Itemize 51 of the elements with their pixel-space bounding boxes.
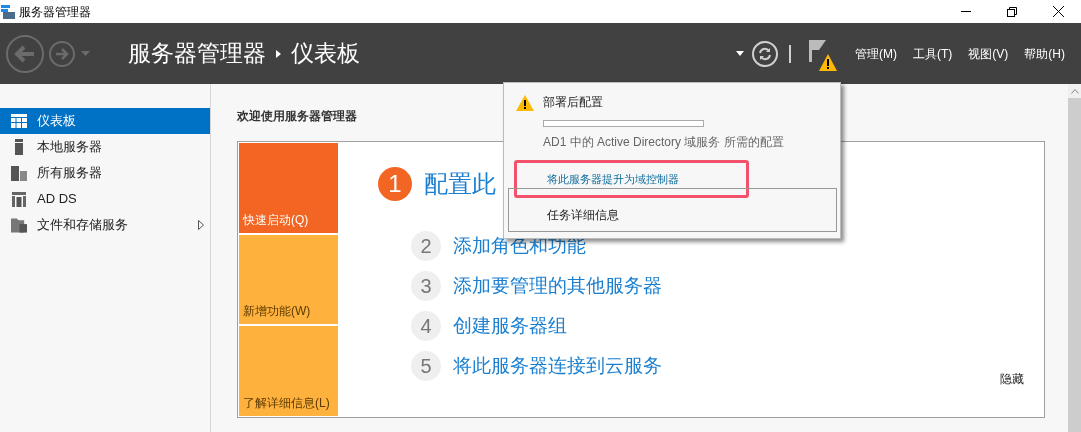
server-icon [15,139,23,155]
hide-link[interactable]: 隐藏 [1000,370,1024,388]
menu-item[interactable]: 管理(M) [855,44,897,63]
breadcrumb-root[interactable]: 服务器管理器 [128,36,266,71]
refresh-button[interactable] [752,40,778,67]
forward-arrow-icon [55,47,69,60]
notifications-button[interactable] [809,39,839,74]
sidebar-item[interactable]: 所有服务器 [0,160,210,186]
dropdown-caret-icon[interactable] [736,51,744,56]
notification-title: 部署后配置 [543,94,604,111]
folder-icon [11,217,27,233]
flag-warning-icon [809,39,839,74]
close-icon [1052,6,1064,17]
step-number: 3 [411,271,441,301]
notification-description: AD1 中的 Active Directory 域服务 所需的配置 [543,134,784,151]
promote-link[interactable]: 将此服务器提升为域控制器 [547,170,679,188]
minimize-icon [961,10,971,13]
menu-item[interactable]: 视图(V) [968,44,1009,63]
task-details-button[interactable]: 任务详细信息 [508,188,837,232]
forward-button[interactable] [49,40,75,67]
expand-arrow-icon[interactable] [198,220,204,230]
refresh-icon [758,46,772,61]
app-icon [1,4,15,19]
step-link[interactable]: 添加要管理的其他服务器 [453,271,662,301]
restore-icon [1007,6,1017,17]
back-arrow-icon [14,44,36,63]
step-link[interactable]: 将此服务器连接到云服务 [453,351,662,381]
sidebar-item[interactable]: 本地服务器 [0,134,210,160]
breadcrumb-current: 仪表板 [291,39,360,69]
sidebar-item[interactable]: 文件和存储服务 [0,212,210,238]
back-button[interactable] [6,34,44,73]
grid-icon [11,114,27,128]
window-title: 服务器管理器 [19,3,91,21]
step-link[interactable]: 创建服务器组 [453,311,567,341]
sidebar-item[interactable]: AD DS [0,186,210,212]
warning-icon [516,95,534,111]
step-number: 2 [411,231,441,261]
servers-icon [11,165,27,181]
step-number: 1 [378,167,412,201]
step-number: 5 [411,351,441,381]
quick-tile[interactable]: 新增功能(W) [239,234,338,325]
welcome-heading: 欢迎使用服务器管理器 [237,108,357,125]
scroll-up-icon[interactable] [1070,88,1079,94]
sidebar-item[interactable]: 仪表板 [0,108,210,134]
quick-tile[interactable]: 了解详细信息(L) [239,326,338,416]
breadcrumb-arrow-icon [276,49,281,58]
menu-item[interactable]: 帮助(H) [1024,44,1065,63]
menu-item[interactable]: 工具(T) [913,44,953,63]
step-number: 4 [411,311,441,341]
directory-icon [12,191,26,207]
step-link[interactable]: 配置此 [424,166,496,202]
